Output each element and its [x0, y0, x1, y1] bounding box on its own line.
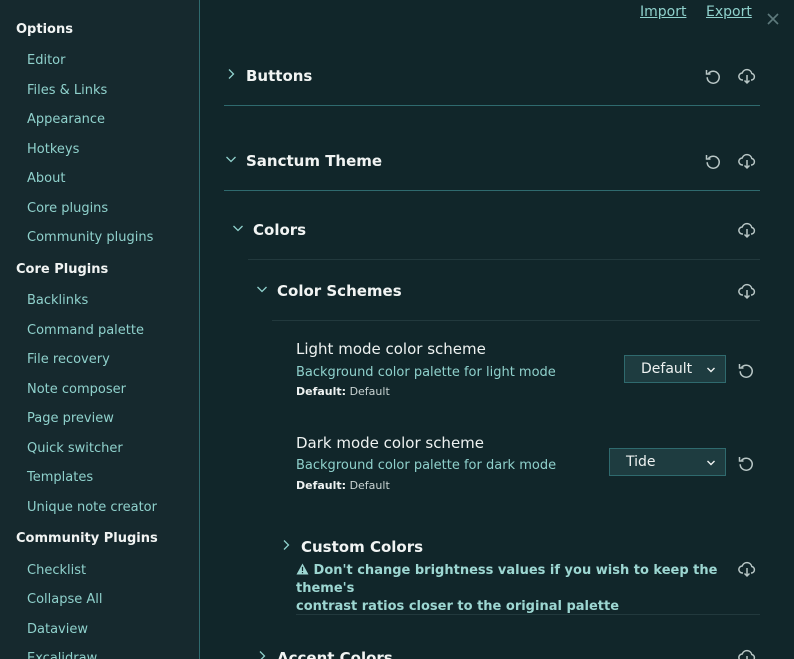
dropdown-selected-value: Default — [641, 361, 693, 377]
cloud-download-icon[interactable] — [738, 560, 756, 578]
section-heading-color-schemes[interactable]: Color Schemes — [277, 282, 402, 300]
cloud-download-icon[interactable] — [738, 152, 756, 170]
cloud-download-icon[interactable] — [738, 67, 756, 85]
sidebar-item-command-palette[interactable]: Command palette — [27, 323, 144, 338]
sidebar-item-quick-switcher[interactable]: Quick switcher — [27, 441, 123, 456]
settings-window: Options Editor Files & Links Appearance … — [0, 0, 794, 659]
warning-line-1: Don't change brightness values if you wi… — [296, 563, 718, 596]
sidebar-item-files-links[interactable]: Files & Links — [27, 83, 107, 98]
sidebar-item-about[interactable]: About — [27, 171, 65, 186]
sidebar-item-excalidraw[interactable]: Excalidraw — [27, 651, 97, 659]
export-link[interactable]: Export — [706, 4, 752, 20]
warning-line-2: contrast ratios closer to the original p… — [296, 599, 620, 614]
setting-name-light-mode: Light mode color scheme — [296, 340, 486, 358]
default-label: Default: — [296, 385, 347, 398]
section-divider — [296, 614, 760, 615]
sidebar-item-page-preview[interactable]: Page preview — [27, 411, 114, 426]
setting-desc-light-mode: Background color palette for light mode — [296, 365, 556, 380]
default-value: Default — [349, 385, 390, 398]
setting-name-dark-mode: Dark mode color scheme — [296, 434, 485, 452]
sidebar-group-core-plugins: Core Plugins — [16, 262, 109, 277]
sidebar-item-dataview[interactable]: Dataview — [27, 622, 88, 637]
warning-triangle-icon — [296, 563, 309, 575]
cloud-download-icon[interactable] — [738, 221, 756, 239]
default-value: Default — [349, 479, 390, 492]
close-icon[interactable] — [764, 10, 782, 28]
settings-content: Import Export Buttons Sanctum Theme Colo… — [200, 0, 794, 659]
sidebar-item-note-composer[interactable]: Note composer — [27, 382, 126, 397]
setting-default-light-mode: Default: Default — [296, 385, 390, 398]
section-heading-buttons[interactable]: Buttons — [246, 67, 312, 85]
section-heading-colors[interactable]: Colors — [253, 221, 306, 239]
chevron-down-icon[interactable] — [232, 222, 244, 234]
section-heading-accent-colors[interactable]: Accent Colors — [277, 649, 393, 659]
sidebar-item-core-plugins[interactable]: Core plugins — [27, 201, 108, 216]
setting-desc-dark-mode: Background color palette for dark mode — [296, 458, 557, 473]
chevron-down-icon[interactable] — [256, 283, 268, 295]
reset-icon[interactable] — [737, 361, 755, 379]
chevron-right-icon[interactable] — [256, 650, 268, 659]
chevron-right-icon[interactable] — [280, 539, 292, 551]
reset-icon[interactable] — [704, 67, 722, 85]
dropdown-selected-value: Tide — [626, 454, 656, 470]
import-link[interactable]: Import — [640, 4, 686, 20]
chevron-right-icon[interactable] — [225, 68, 237, 80]
cloud-download-icon[interactable] — [738, 648, 756, 659]
chevron-down-icon[interactable] — [225, 153, 237, 165]
dark-mode-scheme-dropdown[interactable]: Tide — [609, 448, 726, 476]
section-divider — [248, 259, 760, 260]
sidebar-item-backlinks[interactable]: Backlinks — [27, 293, 88, 308]
cloud-download-icon[interactable] — [738, 282, 756, 300]
light-mode-scheme-dropdown[interactable]: Default — [624, 355, 726, 383]
chevron-down-icon — [707, 367, 715, 373]
chevron-down-icon — [707, 460, 715, 466]
sidebar-group-options: Options — [16, 22, 73, 37]
sidebar-group-community-plugins: Community Plugins — [16, 531, 158, 546]
sidebar-item-templates[interactable]: Templates — [27, 470, 93, 485]
sidebar-item-unique-note-creator[interactable]: Unique note creator — [27, 500, 157, 515]
reset-icon[interactable] — [737, 454, 755, 472]
section-divider — [272, 320, 760, 321]
sidebar-item-community-plugins[interactable]: Community plugins — [27, 230, 153, 245]
sidebar-item-file-recovery[interactable]: File recovery — [27, 352, 110, 367]
default-label: Default: — [296, 479, 347, 492]
sidebar-item-editor[interactable]: Editor — [27, 53, 65, 68]
sidebar-item-collapse-all[interactable]: Collapse All — [27, 592, 103, 607]
section-divider — [224, 190, 760, 191]
custom-colors-warning: Don't change brightness values if you wi… — [296, 562, 736, 616]
reset-icon[interactable] — [704, 152, 722, 170]
setting-default-dark-mode: Default: Default — [296, 479, 390, 492]
section-divider — [224, 105, 760, 106]
settings-sidebar: Options Editor Files & Links Appearance … — [0, 0, 200, 659]
section-heading-sanctum-theme[interactable]: Sanctum Theme — [246, 152, 382, 170]
sidebar-item-hotkeys[interactable]: Hotkeys — [27, 142, 79, 157]
sidebar-item-checklist[interactable]: Checklist — [27, 563, 86, 578]
sidebar-item-appearance[interactable]: Appearance — [27, 112, 105, 127]
section-heading-custom-colors[interactable]: Custom Colors — [301, 538, 423, 556]
